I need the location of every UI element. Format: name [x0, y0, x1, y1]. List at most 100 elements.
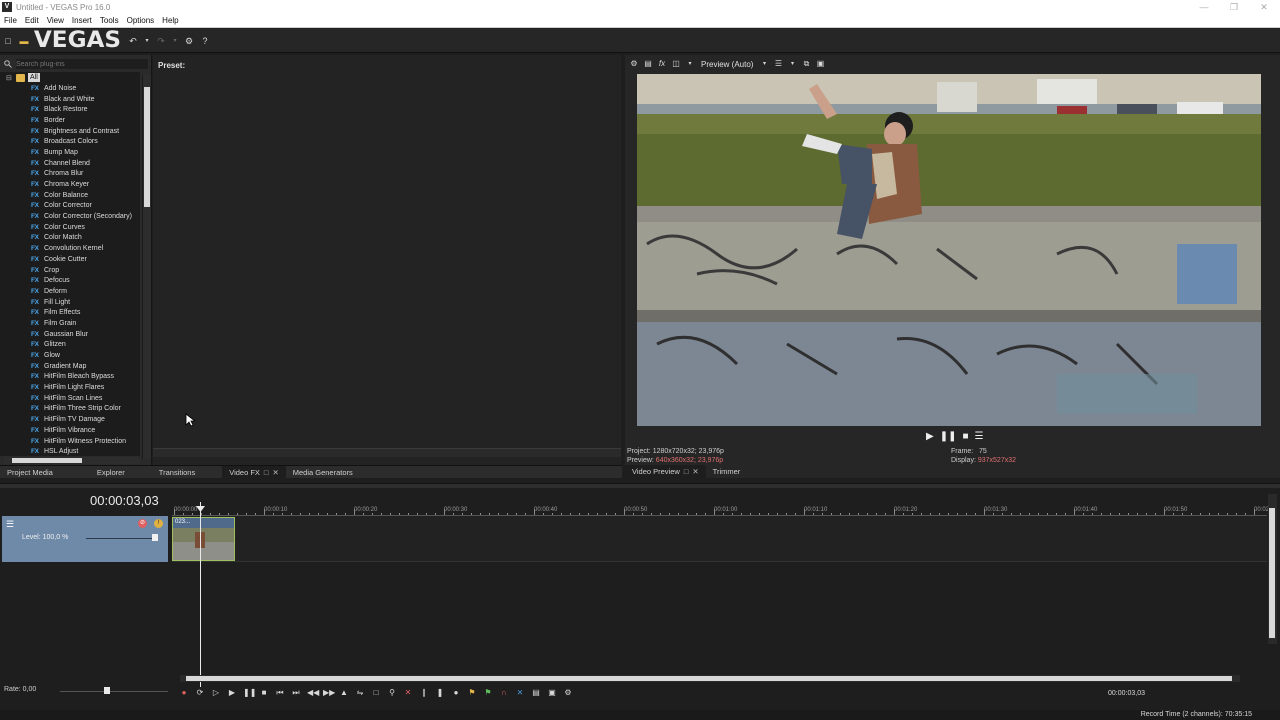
- selection-tool-icon[interactable]: □: [371, 688, 381, 698]
- menu-help[interactable]: Help: [158, 16, 182, 25]
- fx-list-item[interactable]: FX Broadcast Colors: [0, 136, 140, 147]
- tree-root[interactable]: ⊟ All: [0, 72, 140, 83]
- fx-list-item[interactable]: FX Bump Map: [0, 147, 140, 158]
- scroll-thumb[interactable]: [12, 458, 82, 463]
- fx-list-item[interactable]: FX Border: [0, 115, 140, 126]
- fx-list-item[interactable]: FX HitFilm Scan Lines: [0, 393, 140, 404]
- menu-options[interactable]: Options: [123, 16, 159, 25]
- fx-list-item[interactable]: FX Channel Blend: [0, 158, 140, 169]
- split-screen-icon[interactable]: ◫: [671, 59, 681, 69]
- close-tab-icon[interactable]: ✕: [272, 466, 278, 479]
- delete-icon[interactable]: ✕: [403, 688, 413, 698]
- fx-list-item[interactable]: FX Color Curves: [0, 222, 140, 233]
- fx-list-item[interactable]: FX Defocus: [0, 275, 140, 286]
- undo-dropdown-icon[interactable]: ▾: [144, 36, 150, 46]
- save-snapshot-icon[interactable]: ▣: [815, 59, 825, 69]
- close-icon[interactable]: ✕: [1248, 0, 1280, 14]
- undock-icon[interactable]: □: [684, 465, 689, 478]
- fx-list-item[interactable]: FX Color Corrector: [0, 201, 140, 212]
- fx-list-item[interactable]: FX HitFilm Light Flares: [0, 382, 140, 393]
- undo-icon[interactable]: ↶: [128, 36, 138, 46]
- mute-icon[interactable]: ⊘: [138, 519, 147, 528]
- fx-list-item[interactable]: FX Gradient Map: [0, 361, 140, 372]
- go-to-start-icon[interactable]: ⏮: [275, 688, 285, 698]
- copy-snapshot-icon[interactable]: ⧉: [801, 59, 811, 69]
- fx-list-item[interactable]: FX HitFilm TV Damage: [0, 414, 140, 425]
- record-icon[interactable]: ●: [179, 688, 189, 698]
- next-frame-icon[interactable]: ▶▶: [323, 688, 335, 698]
- region-icon[interactable]: ⚑: [483, 688, 493, 698]
- menu-icon[interactable]: ☰: [975, 431, 984, 442]
- play-icon[interactable]: ▶: [227, 688, 237, 698]
- dropdown-icon[interactable]: ▾: [759, 59, 769, 69]
- new-file-icon[interactable]: □: [3, 36, 13, 46]
- play-from-start-icon[interactable]: ▷: [211, 688, 221, 698]
- fx-list-item[interactable]: FX Brightness and Contrast: [0, 126, 140, 137]
- tab-video-fx[interactable]: Video FX □ ✕: [222, 465, 286, 479]
- video-track-header[interactable]: ☰ ⊘ ! Level: 100,0 %: [2, 516, 168, 562]
- open-folder-icon[interactable]: ▬: [19, 36, 29, 46]
- level-slider-knob[interactable]: [152, 534, 158, 541]
- fx-list-item[interactable]: FX Film Grain: [0, 318, 140, 329]
- dropdown-icon[interactable]: ▾: [787, 59, 797, 69]
- tab-project-media[interactable]: Project Media: [0, 466, 60, 479]
- fx-icon[interactable]: fx: [657, 59, 667, 69]
- fx-list-item[interactable]: FX Glitzen: [0, 340, 140, 351]
- cursor-time[interactable]: 00:00:03,03: [1108, 690, 1145, 697]
- collapse-icon[interactable]: ⊟: [6, 74, 16, 82]
- fx-list-item[interactable]: FX Color Balance: [0, 190, 140, 201]
- play-icon[interactable]: ▶: [926, 431, 934, 442]
- video-clip[interactable]: 023...: [172, 517, 235, 561]
- marker-icon[interactable]: ⚑: [467, 688, 477, 698]
- preset-scrollbar[interactable]: [153, 448, 621, 457]
- tab-video-preview[interactable]: Video Preview □ ✕: [625, 465, 706, 478]
- fx-list-item[interactable]: FX Cookie Cutter: [0, 254, 140, 265]
- playhead[interactable]: [200, 502, 201, 687]
- fx-list-item[interactable]: FX HitFilm Vibrance: [0, 425, 140, 436]
- tab-media-generators[interactable]: Media Generators: [286, 466, 360, 479]
- go-to-end-icon[interactable]: ⏭: [291, 688, 301, 698]
- menu-insert[interactable]: Insert: [68, 16, 96, 25]
- redo-dropdown-icon[interactable]: ▾: [172, 36, 178, 46]
- trim-icon[interactable]: ∥: [419, 688, 429, 698]
- ignore-grouping-icon[interactable]: ⚙: [563, 688, 573, 698]
- loop-icon[interactable]: ⟳: [195, 688, 205, 698]
- stop-icon[interactable]: ■: [259, 688, 269, 698]
- plugin-vscrollbar[interactable]: [142, 75, 151, 459]
- scroll-thumb[interactable]: [1269, 508, 1275, 638]
- fx-list-item[interactable]: FX HitFilm Three Strip Color: [0, 404, 140, 415]
- plugin-search-input[interactable]: [16, 59, 148, 69]
- pause-icon[interactable]: ❚❚: [940, 431, 957, 442]
- ripple-edit-icon[interactable]: ▤: [531, 688, 541, 698]
- lock-icon[interactable]: ●: [451, 688, 461, 698]
- restore-icon[interactable]: ❐: [1218, 0, 1250, 14]
- fx-list-item[interactable]: FX Glow: [0, 350, 140, 361]
- split-icon[interactable]: ❚: [435, 688, 445, 698]
- fx-list-item[interactable]: FX Black Restore: [0, 104, 140, 115]
- fx-list-item[interactable]: FX Black and White: [0, 94, 140, 105]
- pause-icon[interactable]: ❚❚: [243, 688, 256, 698]
- auto-crossfade-icon[interactable]: ⨯: [515, 688, 525, 698]
- undock-icon[interactable]: □: [264, 466, 269, 479]
- envelope-tool-icon[interactable]: ⇋: [355, 688, 365, 698]
- prev-frame-icon[interactable]: ◀◀: [307, 688, 319, 698]
- fx-list-item[interactable]: FX Film Effects: [0, 307, 140, 318]
- close-tab-icon[interactable]: ✕: [692, 465, 698, 478]
- rate-slider-knob[interactable]: [104, 687, 110, 694]
- timeline-vscrollbar[interactable]: [1268, 494, 1277, 644]
- tab-explorer[interactable]: Explorer: [90, 466, 132, 479]
- solo-icon[interactable]: !: [154, 519, 163, 528]
- menu-edit[interactable]: Edit: [21, 16, 43, 25]
- fx-list-item[interactable]: FX Crop: [0, 265, 140, 276]
- fx-list-item[interactable]: FX Deform: [0, 286, 140, 297]
- rate-slider[interactable]: [60, 691, 168, 692]
- redo-icon[interactable]: ↷: [156, 36, 166, 46]
- fx-list-item[interactable]: FX Fill Light: [0, 297, 140, 308]
- overlays-icon[interactable]: ☰: [773, 59, 783, 69]
- fx-list-item[interactable]: FX HSL Adjust: [0, 446, 140, 456]
- timeline-timecode[interactable]: 00:00:03,03: [90, 493, 159, 508]
- settings-icon[interactable]: ⚙: [629, 59, 639, 69]
- help-icon[interactable]: ?: [200, 36, 210, 46]
- timeline-hscrollbar[interactable]: [180, 675, 1240, 682]
- snapping-icon[interactable]: ∩: [499, 688, 509, 698]
